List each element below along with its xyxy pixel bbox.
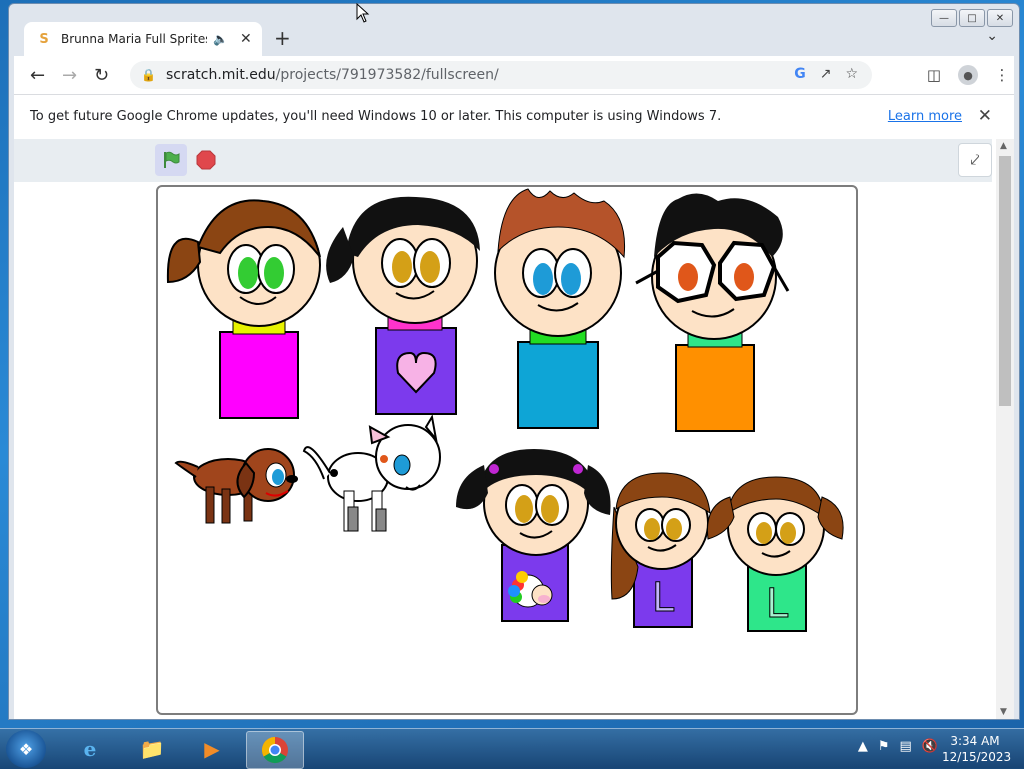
sprite-brown-dog [174, 448, 298, 524]
chrome-window: — □ ✕ S Brunna Maria Full Sprites on Scr… [8, 3, 1020, 720]
stop-icon[interactable] [196, 150, 216, 170]
tab-strip: S Brunna Maria Full Sprites on Scratch 🔈… [14, 20, 1014, 56]
taskbar-media-player[interactable]: ▶ [184, 731, 240, 767]
menu-kebab-icon[interactable]: ⋮ [990, 63, 1014, 87]
mouse-cursor-icon [356, 3, 370, 23]
omnibox-actions: G ↗ ☆ [794, 66, 858, 82]
tab-scratch-project[interactable]: S Brunna Maria Full Sprites on Scratch 🔈… [24, 22, 262, 56]
tab-title: Brunna Maria Full Sprites on Scratch [61, 32, 207, 46]
sprite-long-hair-girl: L [610, 472, 711, 628]
folder-icon: 📁 [139, 737, 165, 761]
green-flag-button[interactable] [155, 144, 187, 176]
scratch-favicon-icon: S [39, 31, 49, 47]
exit-fullscreen-button[interactable]: ⤦ [958, 143, 992, 177]
scroll-down-icon[interactable]: ▼ [1000, 707, 1007, 717]
windows-taskbar: ❖ e 📁 ▶ ▲ ⚑ ▤ 🔇 3:34 AM 12/15/2023 [0, 728, 1024, 769]
google-translate-icon[interactable]: G [794, 66, 806, 82]
scratch-stage[interactable]: L L [156, 185, 858, 715]
vertical-scrollbar[interactable]: ▲ ▼ [996, 139, 1014, 719]
windows-logo-icon: ❖ [18, 739, 34, 759]
taskbar-explorer[interactable]: 📁 [124, 731, 180, 767]
internet-explorer-icon: e [83, 737, 97, 761]
url-host: scratch.mit.edu [165, 67, 276, 83]
forward-icon[interactable]: → [62, 65, 77, 86]
speaker-icon[interactable]: 🔈 [213, 32, 228, 46]
clock-time: 3:34 AM [950, 734, 1000, 748]
back-icon[interactable]: ← [30, 65, 45, 86]
tab-search-chevron-icon[interactable]: ⌄ [986, 28, 998, 44]
share-icon[interactable]: ↗ [820, 66, 832, 82]
reload-icon[interactable]: ↻ [94, 65, 109, 86]
show-hidden-icons-icon[interactable]: ▲ [858, 739, 868, 754]
lock-icon[interactable]: 🔒 [141, 68, 156, 82]
address-bar[interactable]: 🔒 scratch.mit.edu/projects/791973582/ful… [130, 61, 872, 89]
taskbar-clock[interactable]: 3:34 AM 12/15/2023 [942, 733, 1012, 765]
learn-more-link[interactable]: Learn more [888, 109, 962, 124]
start-button[interactable]: ❖ [6, 730, 46, 768]
media-player-icon: ▶ [204, 737, 220, 761]
action-center-icon[interactable]: ⚑ [878, 739, 890, 754]
system-tray: ▲ ⚑ ▤ 🔇 [858, 739, 938, 754]
letter-l-purple: L [652, 575, 675, 621]
bookmark-star-icon[interactable]: ☆ [845, 66, 858, 82]
sprite-pigtails-girl-green: L [706, 476, 844, 632]
clock-date: 12/15/2023 [942, 750, 1012, 764]
page-content: ⤦ L L ▲ ▼ [14, 139, 1014, 719]
avatar: ● [958, 65, 978, 85]
taskbar-chrome[interactable] [246, 731, 304, 769]
network-icon[interactable]: ▤ [900, 739, 912, 754]
scratch-controls-bar: ⤦ [14, 139, 992, 182]
stage-artwork: L L [166, 188, 844, 632]
scrollbar-thumb[interactable] [999, 156, 1011, 406]
url-path: /projects/791973582/fullscreen/ [275, 67, 499, 83]
letter-l-green: L [766, 581, 789, 627]
collapse-icon: ⤦ [970, 150, 980, 169]
chrome-icon [261, 736, 288, 764]
update-infobar: To get future Google Chrome updates, you… [14, 94, 1014, 140]
sprite-black-hair-girl-heart [326, 196, 480, 415]
sprite-white-cat [302, 414, 441, 532]
sprite-red-hair-boy [494, 188, 626, 429]
sprite-brown-hair-girl [166, 199, 321, 419]
sprite-glasses-boy [635, 193, 790, 432]
taskbar-internet-explorer[interactable]: e [62, 731, 118, 767]
infobar-message: To get future Google Chrome updates, you… [30, 109, 722, 124]
green-flag-icon [164, 151, 180, 168]
toolbar-right: ◫ ● ⋮ [922, 63, 1014, 87]
url-text: scratch.mit.edu/projects/791973582/fulls… [166, 67, 499, 83]
sprite-unicorn-girl [456, 449, 611, 622]
close-tab-icon[interactable]: ✕ [240, 31, 252, 47]
browser-toolbar: ← → ↻ 🔒 scratch.mit.edu/projects/7919735… [14, 56, 1014, 94]
profile-icon[interactable]: ● [956, 63, 980, 87]
volume-muted-icon[interactable]: 🔇 [922, 739, 938, 754]
scroll-up-icon[interactable]: ▲ [1000, 141, 1007, 151]
side-panel-icon[interactable]: ◫ [922, 63, 946, 87]
new-tab-button[interactable]: + [274, 26, 291, 50]
close-infobar-icon[interactable]: ✕ [978, 106, 992, 126]
